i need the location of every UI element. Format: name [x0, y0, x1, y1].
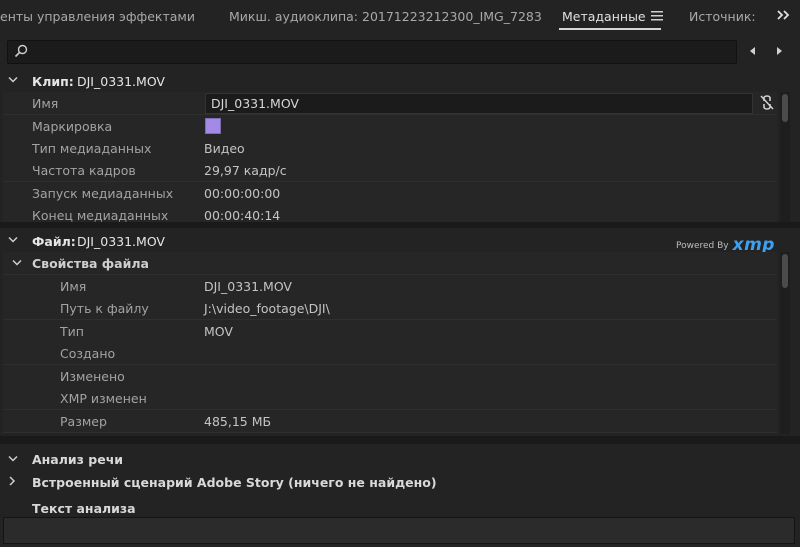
row-label: Изменено: [60, 369, 125, 384]
row-label: Создано: [60, 346, 116, 361]
chevron-down-icon[interactable]: [8, 455, 18, 463]
search-input[interactable]: [7, 40, 737, 64]
file-properties-title: Свойства файла: [32, 256, 149, 271]
row-value: DJI_0331.MOV: [204, 279, 292, 294]
file-row-type: Тип MOV: [3, 320, 777, 343]
clip-name-field[interactable]: DJI_0331.MOV: [205, 93, 753, 114]
file-row-modified: Изменено: [3, 365, 777, 388]
file-row-created: Создано: [3, 342, 777, 365]
file-row-path: Путь к файлу J:\video_footage\DJI\: [3, 297, 777, 320]
row-value: Видео: [204, 141, 245, 156]
file-row-name: Имя DJI_0331.MOV: [3, 275, 777, 298]
search-icon: [14, 44, 28, 58]
clip-row-media-end: Конец медиаданных 00:00:40:14: [3, 204, 777, 223]
clip-scroll-thumb[interactable]: [782, 94, 788, 122]
row-value: MOV: [204, 324, 233, 339]
row-label: Имя: [32, 96, 59, 111]
row-value: J:\video_footage\DJI\: [204, 301, 330, 316]
prev-icon[interactable]: [748, 46, 758, 56]
active-tab-indicator: [559, 28, 661, 30]
overflow-icon[interactable]: [777, 9, 791, 21]
clip-name-value: DJI_0331.MOV: [211, 96, 299, 111]
row-label: Запуск медиаданных: [32, 186, 174, 201]
tab-source[interactable]: Источник:: [689, 9, 756, 24]
menu-icon[interactable]: [651, 10, 663, 22]
row-label: Тип: [60, 324, 84, 339]
row-label: Путь к файлу: [60, 301, 149, 316]
chevron-right-icon[interactable]: [8, 476, 16, 486]
row-value: 00:00:00:00: [204, 186, 281, 201]
row-label: Частота кадров: [32, 163, 136, 178]
analysis-text-area[interactable]: [3, 517, 795, 544]
powered-by-label: Powered By: [676, 241, 729, 251]
embedded-script-item[interactable]: Встроенный сценарий Adobe Story (ничего …: [0, 471, 800, 493]
clip-section-title: Клип:: [32, 74, 74, 89]
file-row-size: Размер 485,15 МБ: [3, 410, 777, 433]
speech-analysis-title: Анализ речи: [32, 452, 124, 467]
clip-section-name: DJI_0331.MOV: [77, 74, 165, 89]
chevron-down-icon[interactable]: [8, 76, 18, 84]
embedded-script-label: Встроенный сценарий Adobe Story (ничего …: [32, 475, 437, 490]
analysis-text-item: Текст анализа: [0, 497, 800, 519]
file-scrollbar[interactable]: [780, 252, 790, 434]
row-value: 485,15 МБ: [204, 414, 272, 429]
tab-audio-clip-mixer[interactable]: Микш. аудиоклипа: 20171223212300_IMG_728…: [229, 9, 542, 24]
file-properties-header[interactable]: Свойства файла: [3, 252, 777, 275]
row-label: Маркировка: [32, 119, 113, 134]
unlink-icon[interactable]: [760, 95, 774, 110]
clip-scrollbar[interactable]: [780, 92, 790, 222]
file-row-xmp-modified: XMP изменен: [3, 387, 777, 410]
clip-row-media-start: Запуск медиаданных 00:00:00:00: [3, 182, 777, 205]
row-label: XMP изменен: [60, 391, 147, 406]
tab-metadata[interactable]: Метаданные: [562, 9, 646, 24]
clip-row-label-color: Маркировка: [3, 115, 777, 138]
file-section-name: DJI_0331.MOV: [77, 234, 165, 249]
clip-section-header[interactable]: Клип: DJI_0331.MOV: [0, 70, 800, 92]
row-label: Размер: [60, 414, 107, 429]
file-section-title: Файл:: [32, 234, 76, 249]
clip-row-frame-rate: Частота кадров 29,97 кадр/с: [3, 159, 777, 182]
chevron-down-icon[interactable]: [8, 236, 18, 244]
file-scroll-thumb[interactable]: [782, 254, 788, 288]
clip-row-media-type: Тип медиаданных Видео: [3, 137, 777, 160]
row-label: Имя: [60, 279, 87, 294]
chevron-down-icon[interactable]: [12, 259, 22, 267]
speech-analysis-header[interactable]: Анализ речи: [0, 448, 800, 470]
row-label: Конец медиаданных: [32, 208, 169, 223]
search-row: [0, 34, 800, 68]
analysis-text-label: Текст анализа: [32, 501, 136, 516]
row-label: Тип медиаданных: [32, 141, 152, 156]
tab-effect-controls[interactable]: енты управления эффектами: [0, 9, 195, 24]
row-value: 29,97 кадр/с: [204, 163, 287, 178]
section-divider[interactable]: [0, 436, 800, 444]
file-section-header[interactable]: Файл: DJI_0331.MOV Powered By xmp: [0, 230, 800, 255]
row-value: 00:00:40:14: [204, 208, 281, 223]
section-divider[interactable]: [0, 222, 800, 228]
clip-row-name: Имя DJI_0331.MOV: [3, 92, 777, 115]
panel-tab-bar: енты управления эффектами Микш. аудиокли…: [0, 0, 800, 35]
label-color-swatch[interactable]: [205, 118, 221, 134]
next-icon[interactable]: [774, 46, 784, 56]
